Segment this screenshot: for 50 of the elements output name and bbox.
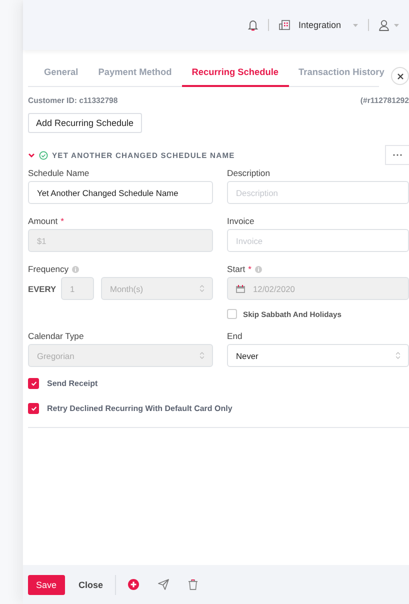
field-label: Frequency: [28, 264, 69, 274]
sort-arrows-icon: [200, 352, 204, 359]
field-label: Schedule Name: [28, 168, 90, 178]
required-mark: *: [60, 216, 64, 226]
plus-circle-icon: [128, 579, 140, 590]
field-label: Start: [227, 264, 246, 274]
every-label: EVERY: [28, 284, 54, 294]
add-button[interactable]: [128, 579, 140, 590]
text-field[interactable]: Description: [227, 181, 409, 204]
field-label: Amount: [28, 216, 58, 226]
user-icon: [379, 20, 389, 30]
calendar-icon: [236, 284, 245, 292]
delete-button[interactable]: [188, 579, 198, 590]
text-field[interactable]: Invoice: [227, 229, 409, 252]
field-label: End: [227, 331, 242, 341]
checkbox-label: Retry Declined Recurring With Default Card Only: [47, 404, 232, 413]
save-button[interactable]: Save: [28, 574, 65, 594]
required-mark: *: [248, 264, 252, 274]
close-icon: [396, 72, 404, 80]
chevron-icon: [28, 152, 35, 158]
tab[interactable]: Transaction History: [288, 58, 394, 87]
caret-icon: [353, 24, 358, 26]
send-button[interactable]: [158, 579, 170, 590]
check-icon: [30, 381, 36, 386]
sort-arrows-icon: [396, 352, 400, 359]
trash-icon: [188, 579, 198, 590]
tab[interactable]: Recurring Schedule: [182, 58, 289, 87]
checkbox[interactable]: [28, 378, 39, 389]
checkbox[interactable]: [28, 403, 39, 414]
field-label: Invoice: [227, 216, 254, 226]
collapse-toggle[interactable]: [28, 152, 35, 158]
select-field[interactable]: Never: [227, 344, 409, 367]
check-icon: [30, 406, 36, 411]
text-field[interactable]: Yet Another Changed Schedule Name: [28, 181, 213, 204]
field-label: Calendar Type: [28, 331, 84, 341]
tab[interactable]: General: [34, 58, 88, 87]
checkbox-label: Send Receipt: [47, 379, 98, 388]
user-menu-button[interactable]: [379, 20, 399, 30]
caret-icon: [394, 24, 399, 26]
field-label: Description: [227, 168, 270, 178]
close-button[interactable]: [391, 67, 409, 85]
add-schedule-button[interactable]: Add Recurring Schedule: [28, 113, 142, 133]
tab[interactable]: Payment Method: [88, 58, 182, 87]
bell-icon: [248, 19, 258, 31]
notification-button[interactable]: [248, 19, 258, 31]
building-icon: [279, 20, 290, 30]
close-text-button[interactable]: Close: [70, 574, 112, 594]
sort-arrows-icon: [200, 285, 204, 292]
paper-plane-icon: [158, 579, 170, 590]
company-selector[interactable]: Integration: [279, 20, 358, 30]
